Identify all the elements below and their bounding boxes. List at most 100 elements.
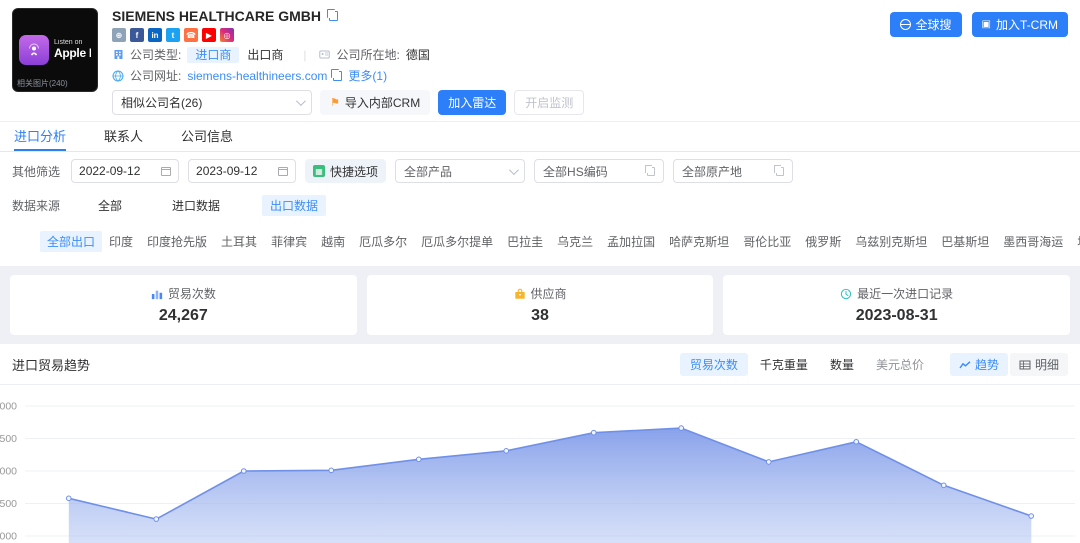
- svg-text:1,500: 1,500: [0, 498, 17, 510]
- building-icon: [112, 49, 124, 61]
- logo-caption: 相关图片(240): [17, 78, 68, 89]
- country-tab[interactable]: 全部出口: [40, 231, 102, 252]
- social-icons: ⊕ fint ☎ ▶ ◎: [112, 28, 584, 42]
- chart-toolbar: 贸易次数千克重量数量美元总价趋势明细: [680, 353, 1068, 376]
- data-point-2023-04[interactable]: [679, 426, 684, 431]
- date-from-input[interactable]: 2022-09-12: [71, 159, 179, 183]
- country-tab[interactable]: 乌兹别克斯坦: [848, 231, 934, 252]
- filter-row: 其他筛选 2022-09-12 2023-09-12 ▦ 快捷选项 全部产品 全…: [0, 152, 1080, 190]
- company-type-tag: 出口商: [239, 47, 291, 63]
- country-tab[interactable]: 乌克兰: [550, 231, 600, 252]
- stat-card: 最近一次进口记录2023-08-31: [723, 275, 1070, 335]
- country-tab[interactable]: 巴拉圭: [500, 231, 550, 252]
- country-tab[interactable]: 印度: [102, 231, 140, 252]
- data-source-options: 全部 进口数据 出口数据: [90, 195, 326, 216]
- data-point-2023-03[interactable]: [591, 430, 596, 435]
- data-source-row: 数据来源 全部进口数据出口数据: [0, 190, 1080, 221]
- company-header: Listen on Apple Podcasts 相关图片(240) SIEME…: [0, 0, 1080, 121]
- company-type-tag: 进口商: [187, 47, 239, 63]
- youtube-icon[interactable]: ▶: [202, 28, 216, 42]
- tab-公司信息[interactable]: 公司信息: [181, 122, 233, 151]
- facebook-icon[interactable]: f: [130, 28, 144, 42]
- country-tab[interactable]: 哥伦比亚: [736, 231, 798, 252]
- chevron-down-icon: [296, 96, 306, 106]
- country-tab[interactable]: 菲律宾: [264, 231, 314, 252]
- country-tab[interactable]: 墨西哥海运: [996, 231, 1070, 252]
- data-point-2023-06[interactable]: [854, 439, 859, 444]
- phone-icon[interactable]: ☎: [184, 28, 198, 42]
- data-source-option[interactable]: 进口数据: [164, 195, 228, 216]
- twitter-icon[interactable]: t: [166, 28, 180, 42]
- data-point-2022-10[interactable]: [154, 517, 159, 522]
- table-icon: [1019, 359, 1031, 371]
- website-link[interactable]: siemens-healthineers.com: [187, 69, 327, 83]
- chevron-down-icon: [509, 165, 519, 175]
- data-point-2023-05[interactable]: [766, 460, 771, 465]
- website-more-link[interactable]: 更多(1): [348, 67, 387, 84]
- company-logo: Listen on Apple Podcasts 相关图片(240): [12, 8, 98, 92]
- view-button-趋势[interactable]: 趋势: [950, 353, 1008, 376]
- country-tab[interactable]: 越南: [314, 231, 352, 252]
- view-button-明细[interactable]: 明细: [1010, 353, 1068, 376]
- origin-icon: [776, 167, 784, 176]
- country-tab[interactable]: 孟加拉国: [600, 231, 662, 252]
- calendar-icon: [161, 167, 171, 176]
- website-icon[interactable]: ⊕: [112, 28, 126, 42]
- copy-company-name-icon[interactable]: [329, 11, 338, 21]
- country-tab[interactable]: 印度抢先版: [140, 231, 214, 252]
- country-tab[interactable]: 哈萨克斯坦: [662, 231, 736, 252]
- country-tab[interactable]: 厄瓜多尔提单: [414, 231, 500, 252]
- y-axis-labels: 05001,0001,5002,0002,5003,000: [0, 401, 17, 543]
- origin-select[interactable]: 全部原产地: [673, 159, 793, 183]
- country-tab[interactable]: 巴基斯坦: [934, 231, 996, 252]
- data-point-2023-08[interactable]: [1029, 514, 1034, 519]
- apple-podcasts-icon: [19, 35, 49, 65]
- metric-button-贸易次数[interactable]: 贸易次数: [680, 353, 748, 376]
- metric-button-千克重量[interactable]: 千克重量: [750, 353, 818, 376]
- country-tab[interactable]: 坦桑尼亚: [1070, 231, 1080, 252]
- data-point-2023-02[interactable]: [504, 449, 509, 454]
- add-tcrm-button[interactable]: ▣ 加入T-CRM: [972, 12, 1068, 37]
- clock-icon: [840, 288, 852, 300]
- start-monitor-button[interactable]: 开启监测: [514, 90, 584, 115]
- stat-label: 贸易次数: [168, 285, 216, 302]
- instagram-icon[interactable]: ◎: [220, 28, 234, 42]
- data-point-2022-09[interactable]: [66, 496, 71, 501]
- country-tab[interactable]: 俄罗斯: [798, 231, 848, 252]
- main-tabs: 进口分析 联系人 公司信息: [0, 121, 1080, 152]
- company-type-label: 公司类型:: [130, 46, 181, 63]
- tab-进口分析[interactable]: 进口分析: [14, 122, 66, 151]
- country-tab[interactable]: 土耳其: [214, 231, 264, 252]
- contact-card-icon: [319, 49, 331, 61]
- trade-trend-section: 进口贸易趋势 贸易次数千克重量数量美元总价趋势明细 05001,0001,500…: [0, 344, 1080, 543]
- metric-button-数量[interactable]: 数量: [820, 353, 864, 376]
- quick-options-button[interactable]: ▦ 快捷选项: [305, 159, 386, 183]
- globe-search-icon: [900, 19, 911, 30]
- import-crm-button[interactable]: ⚑ 导入内部CRM: [320, 90, 430, 115]
- stat-value: 38: [531, 307, 549, 325]
- metric-button-美元总价[interactable]: 美元总价: [866, 353, 934, 376]
- similar-company-select[interactable]: 相似公司名(26): [112, 90, 312, 115]
- tab-联系人[interactable]: 联系人: [104, 122, 143, 151]
- stat-value: 2023-08-31: [856, 307, 938, 325]
- data-point-2022-12[interactable]: [329, 468, 334, 473]
- add-radar-button[interactable]: 加入雷达: [438, 90, 506, 115]
- quick-options-icon: ▦: [313, 165, 325, 177]
- data-point-2023-07[interactable]: [941, 483, 946, 488]
- copy-website-icon[interactable]: [333, 71, 342, 81]
- country-tab[interactable]: 厄瓜多尔: [352, 231, 414, 252]
- company-type-tags: 进口商出口商: [187, 46, 291, 63]
- date-to-input[interactable]: 2023-09-12: [188, 159, 296, 183]
- data-source-option[interactable]: 全部: [90, 195, 130, 216]
- svg-text:1,000: 1,000: [0, 531, 17, 543]
- hs-code-select[interactable]: 全部HS编码: [534, 159, 664, 183]
- product-select[interactable]: 全部产品: [395, 159, 525, 183]
- global-search-button[interactable]: 全球搜: [890, 12, 962, 37]
- stat-card: 供应商38: [367, 275, 714, 335]
- area-fill: [69, 428, 1032, 543]
- data-source-option[interactable]: 出口数据: [262, 195, 326, 216]
- linkedin-icon[interactable]: in: [148, 28, 162, 42]
- calendar-icon: [278, 167, 288, 176]
- data-point-2022-11[interactable]: [241, 469, 246, 474]
- data-point-2023-01[interactable]: [416, 457, 421, 462]
